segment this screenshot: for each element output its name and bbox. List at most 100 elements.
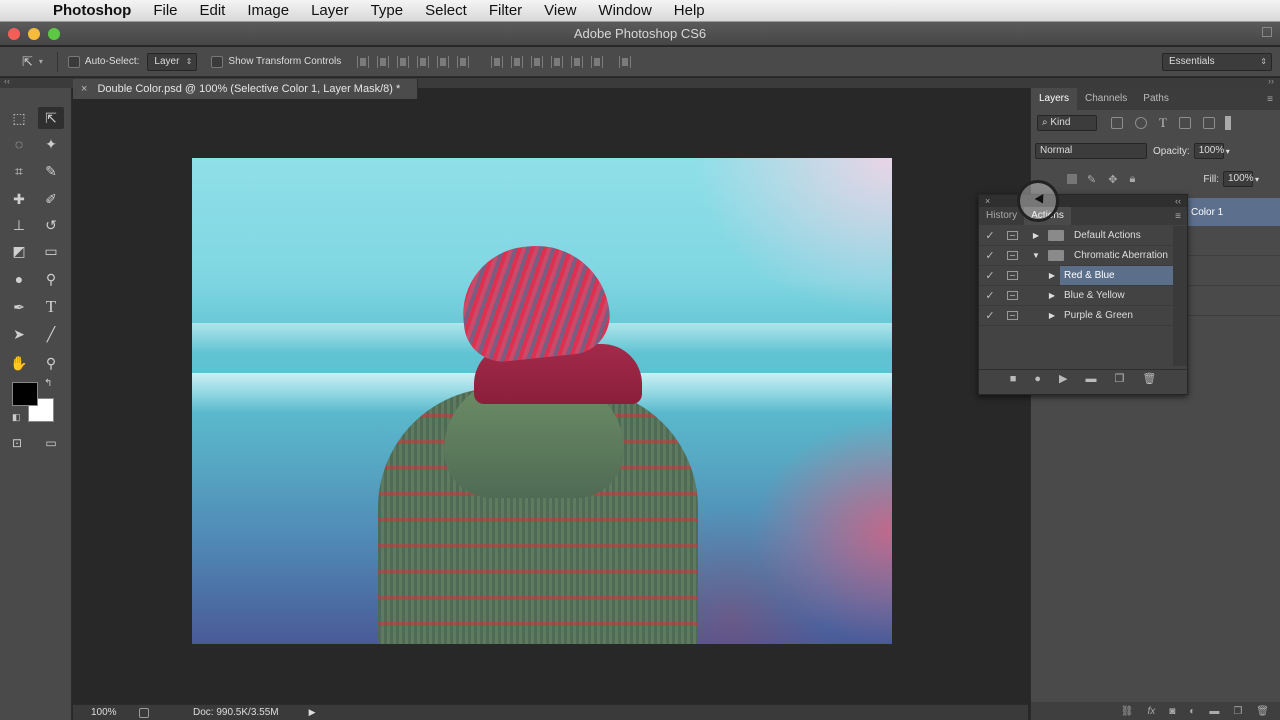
menu-type[interactable]: Type — [360, 0, 415, 22]
new-layer-icon[interactable]: ❐ — [1233, 706, 1242, 717]
actions-scrollbar[interactable] — [1173, 226, 1187, 366]
foreground-color-swatch[interactable] — [12, 382, 38, 406]
distribute-top-icon[interactable] — [491, 55, 504, 68]
fullscreen-icon[interactable] — [1262, 27, 1272, 37]
distribute-vcenter-icon[interactable] — [511, 55, 524, 68]
align-bottom-edges-icon[interactable] — [397, 55, 410, 68]
tab-layers[interactable]: Layers — [1031, 88, 1078, 110]
path-selection-tool-icon[interactable]: ➤ — [6, 323, 32, 345]
history-brush-tool-icon[interactable]: ↺ — [38, 214, 64, 236]
stop-recording-icon[interactable]: ■ — [1010, 373, 1017, 385]
kind-filter-dropdown[interactable]: ⌕ Kind — [1037, 115, 1097, 131]
menu-image[interactable]: Image — [236, 0, 300, 22]
type-tool-icon[interactable]: T — [38, 296, 64, 318]
expand-left-icon[interactable]: ‹‹ — [4, 76, 10, 86]
document-image[interactable] — [192, 158, 892, 644]
layer-row[interactable] — [1181, 226, 1280, 256]
lock-all-icon[interactable]: 🔒︎ — [1129, 173, 1135, 186]
menu-select[interactable]: Select — [414, 0, 478, 22]
menu-view[interactable]: View — [533, 0, 587, 22]
opacity-slider-icon[interactable]: ▾ — [1226, 147, 1230, 156]
filter-smart-object-icon[interactable] — [1202, 117, 1215, 129]
tab-channels[interactable]: Channels — [1077, 88, 1135, 110]
toggle-item-check-icon[interactable]: ✓ — [979, 289, 1001, 302]
screen-mode-icon[interactable]: ▭ — [38, 432, 64, 454]
zoom-window-button[interactable] — [48, 28, 60, 40]
toggle-dialog-icon[interactable] — [1007, 251, 1018, 260]
crop-tool-icon[interactable]: ⌗ — [6, 160, 32, 182]
close-document-icon[interactable]: × — [81, 83, 87, 95]
clone-stamp-tool-icon[interactable]: ⊥ — [6, 214, 32, 236]
menu-layer[interactable]: Layer — [300, 0, 360, 22]
toggle-dialog-icon[interactable] — [1007, 231, 1018, 240]
eyedropper-tool-icon[interactable]: ✎ — [38, 160, 64, 182]
align-vertical-centers-icon[interactable] — [377, 55, 390, 68]
align-horizontal-centers-icon[interactable] — [437, 55, 450, 68]
quick-mask-icon[interactable]: ⊡ — [4, 432, 30, 454]
add-mask-icon[interactable]: ◙ — [1169, 706, 1175, 717]
lock-pixels-icon[interactable]: ✎ — [1087, 173, 1096, 186]
toggle-item-check-icon[interactable]: ✓ — [979, 309, 1001, 322]
tab-paths[interactable]: Paths — [1135, 88, 1177, 110]
action-set-row[interactable]: ✓ ▼ Chromatic Aberration — [979, 246, 1173, 266]
line-tool-icon[interactable]: ╱ — [38, 323, 64, 345]
layer-row[interactable] — [1181, 256, 1280, 286]
actions-panel-header[interactable]: × ‹‹ — [979, 195, 1187, 207]
play-action-icon[interactable]: ▶ — [1059, 372, 1067, 385]
zoom-level[interactable]: 100% — [91, 707, 131, 718]
filter-adjustment-icon[interactable] — [1135, 117, 1147, 129]
align-top-edges-icon[interactable] — [357, 55, 370, 68]
auto-select-dropdown[interactable]: Layer — [147, 52, 198, 71]
lasso-tool-icon[interactable]: ◌ — [6, 133, 32, 155]
pen-tool-icon[interactable]: ✒ — [6, 296, 32, 318]
zoom-tool-icon[interactable]: ⚲ — [38, 352, 64, 374]
distribute-hcenter-icon[interactable] — [571, 55, 584, 68]
transform-controls-checkbox[interactable] — [211, 55, 224, 68]
new-set-icon[interactable]: ▬ — [1085, 373, 1096, 385]
opacity-field[interactable]: 100% — [1193, 143, 1224, 159]
distribute-right-icon[interactable] — [591, 55, 604, 68]
menu-window[interactable]: Window — [587, 0, 662, 22]
move-tool-icon[interactable]: ⇱ — [22, 54, 33, 70]
filter-pixel-icon[interactable] — [1111, 117, 1123, 129]
collapse-panel-icon[interactable]: ‹‹ — [1175, 196, 1181, 206]
healing-brush-tool-icon[interactable]: ✚ — [6, 188, 32, 210]
close-panel-icon[interactable]: × — [985, 196, 990, 206]
record-icon[interactable]: ● — [1034, 373, 1041, 385]
menu-edit[interactable]: Edit — [189, 0, 237, 22]
eraser-tool-icon[interactable]: ◩ — [6, 240, 32, 262]
collapse-triangle-icon[interactable]: ▼ — [1030, 251, 1042, 260]
align-right-edges-icon[interactable] — [457, 55, 470, 68]
link-layers-icon[interactable]: ⛓ — [1121, 706, 1134, 717]
marquee-tool-icon[interactable]: ⬚ — [6, 107, 32, 129]
new-adjustment-layer-icon[interactable]: ◐ — [1189, 706, 1195, 717]
hand-tool-icon[interactable]: ✋ — [6, 352, 32, 374]
filter-toggle-icon[interactable] — [1224, 116, 1231, 130]
lock-position-icon[interactable]: ✥ — [1108, 173, 1117, 186]
action-row[interactable]: ✓ ▶ Blue & Yellow — [979, 286, 1173, 306]
fill-slider-icon[interactable]: ▾ — [1255, 175, 1259, 184]
filter-type-icon[interactable]: T — [1159, 115, 1167, 131]
menu-filter[interactable]: Filter — [478, 0, 533, 22]
menu-app-name[interactable]: Photoshop — [42, 0, 142, 22]
add-layer-style-icon[interactable]: fx — [1147, 706, 1155, 717]
panel-menu-icon[interactable]: ≡ — [1267, 94, 1273, 105]
distribute-bottom-icon[interactable] — [531, 55, 544, 68]
expand-triangle-icon[interactable]: ▶ — [1046, 311, 1058, 320]
move-tool-icon[interactable]: ⇱ — [38, 107, 64, 129]
action-row[interactable]: ✓ ▶ Purple & Green — [979, 306, 1173, 326]
document-tab[interactable]: × Double Color.psd @ 100% (Selective Col… — [73, 79, 418, 99]
dodge-tool-icon[interactable]: ⚲ — [38, 268, 64, 290]
tab-history[interactable]: History — [979, 207, 1024, 225]
layer-row[interactable] — [1181, 286, 1280, 316]
new-group-icon[interactable]: ▬ — [1209, 706, 1219, 717]
toggle-item-check-icon[interactable]: ✓ — [979, 229, 1001, 242]
blur-tool-icon[interactable]: ● — [6, 268, 32, 290]
magic-wand-tool-icon[interactable]: ✦ — [38, 133, 64, 155]
toggle-item-check-icon[interactable]: ✓ — [979, 269, 1001, 282]
toggle-item-check-icon[interactable]: ✓ — [979, 249, 1001, 262]
toggle-dialog-icon[interactable] — [1007, 311, 1018, 320]
expand-triangle-icon[interactable]: ▶ — [1046, 291, 1058, 300]
action-set-row[interactable]: ✓ ▶ Default Actions — [979, 226, 1173, 246]
expand-triangle-icon[interactable]: ▶ — [1030, 231, 1042, 240]
